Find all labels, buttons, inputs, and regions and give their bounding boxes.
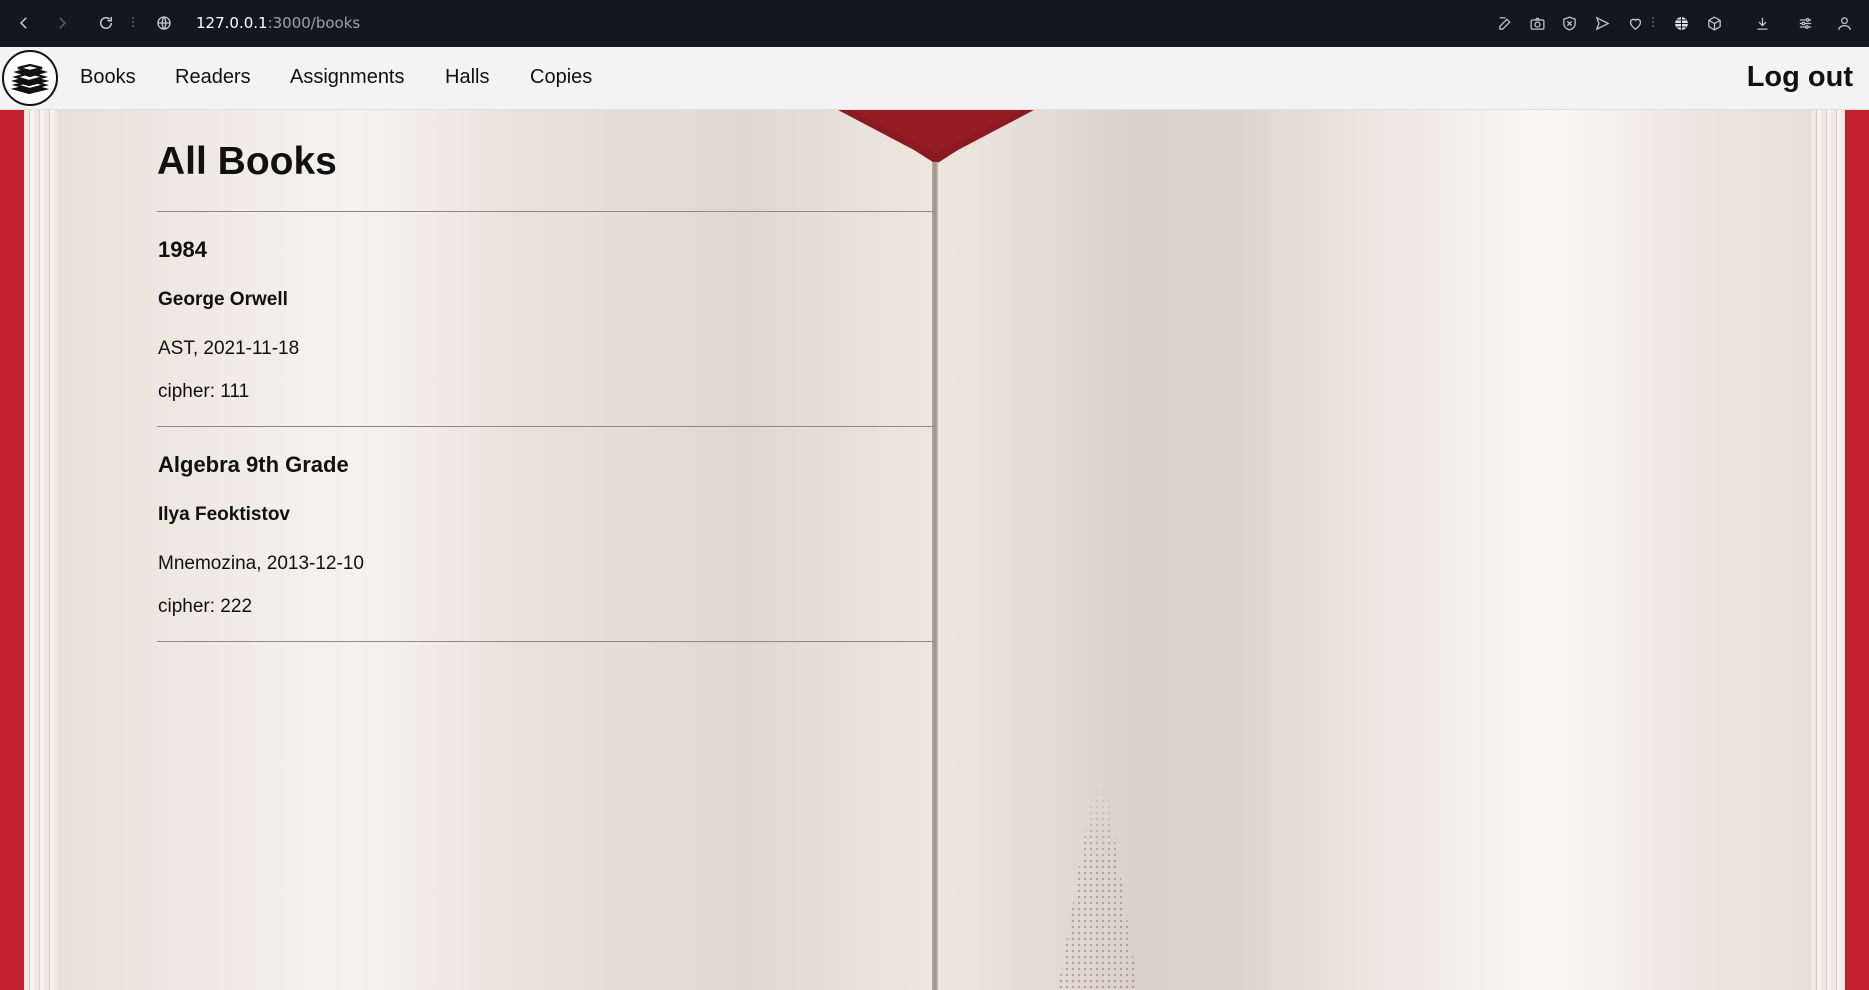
book-list: 1984 George Orwell AST, 2021-11-18 ciphe… <box>157 211 934 642</box>
download-icon[interactable] <box>1750 11 1774 35</box>
book-cover-left <box>0 110 24 990</box>
url-host: 127.0.0.1 <box>196 14 268 32</box>
heart-icon[interactable] <box>1623 11 1647 35</box>
site-info-icon[interactable] <box>152 11 176 35</box>
book-author: George Orwell <box>158 289 288 310</box>
book-item[interactable]: Algebra 9th Grade Ilya Feoktistov Mnemoz… <box>157 427 934 642</box>
book-title[interactable]: 1984 <box>158 236 207 264</box>
toolbar-separator <box>1652 17 1654 27</box>
nav-halls-link[interactable]: Halls <box>445 65 489 89</box>
back-icon[interactable] <box>12 11 36 35</box>
book-item[interactable]: 1984 George Orwell AST, 2021-11-18 ciphe… <box>157 212 934 427</box>
shield-icon[interactable] <box>1557 11 1581 35</box>
book-publication: Mnemozina, 2013-12-10 <box>158 553 364 574</box>
edit-icon[interactable] <box>1493 11 1517 35</box>
forward-icon[interactable] <box>50 11 74 35</box>
book-cover-right <box>1845 110 1869 990</box>
camera-icon[interactable] <box>1525 11 1549 35</box>
reload-icon[interactable] <box>94 11 118 35</box>
nav-assignments-link[interactable]: Assignments <box>290 65 405 89</box>
nav-books-link[interactable]: Books <box>80 65 136 89</box>
logout-button[interactable]: Log out <box>1747 60 1853 94</box>
bookmark-ribbon <box>838 110 1034 164</box>
toolbar-separator <box>132 17 134 27</box>
globe-icon[interactable] <box>1669 11 1693 35</box>
book-title[interactable]: Algebra 9th Grade <box>158 451 349 479</box>
app-navbar: Books Readers Assignments Halls Copies L… <box>0 47 1869 110</box>
paper-stipple <box>1058 780 1138 990</box>
page-edges-right <box>1811 110 1845 990</box>
book-cipher: cipher: 222 <box>158 596 253 617</box>
profile-icon[interactable] <box>1832 11 1856 35</box>
browser-toolbar: 127.0.0.1:3000/books <box>0 0 1869 47</box>
nav-readers-link[interactable]: Readers <box>175 65 251 89</box>
nav-copies-link[interactable]: Copies <box>530 65 592 89</box>
sliders-icon[interactable] <box>1793 11 1817 35</box>
books-logo-icon[interactable] <box>2 50 58 106</box>
cube-icon[interactable] <box>1702 11 1726 35</box>
book-author: Ilya Feoktistov <box>158 504 290 525</box>
page-edges-left <box>24 110 58 990</box>
book-cipher: cipher: 111 <box>158 381 250 402</box>
url-path: :3000/books <box>267 14 361 32</box>
send-icon[interactable] <box>1590 11 1614 35</box>
book-publication: AST, 2021-11-18 <box>158 338 300 359</box>
address-bar[interactable]: 127.0.0.1:3000/books <box>196 12 360 34</box>
page-title: All Books <box>157 140 337 183</box>
